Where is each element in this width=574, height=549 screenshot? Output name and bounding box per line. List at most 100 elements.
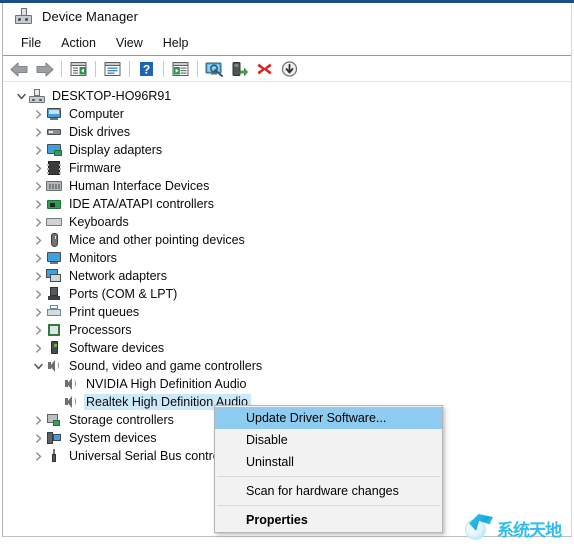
- storage-controller-icon: [46, 412, 62, 428]
- context-menu-item-label: Scan for hardware changes: [246, 484, 399, 498]
- tree-item-label: Computer: [69, 107, 124, 121]
- tree-item-ide-controllers[interactable]: IDE ATA/ATAPI controllers: [3, 195, 571, 213]
- tree-item-nvidia-high-definition-audio[interactable]: NVIDIA High Definition Audio: [3, 375, 571, 393]
- tree-item-label: NVIDIA High Definition Audio: [86, 377, 247, 391]
- context-menu-separator: [217, 505, 440, 506]
- speaker-icon: [46, 358, 62, 374]
- watermark: 系统天地: [463, 514, 562, 542]
- chevron-down-icon[interactable]: [30, 362, 46, 371]
- tree-item-label: Processors: [69, 323, 132, 337]
- tree-item-computer[interactable]: Computer: [3, 105, 571, 123]
- context-menu-item-disable[interactable]: Disable: [215, 429, 442, 451]
- context-menu[interactable]: Update Driver Software... Disable Uninst…: [214, 405, 443, 533]
- tree-item-keyboards[interactable]: Keyboards: [3, 213, 571, 231]
- tree-item-label: Display adapters: [69, 143, 163, 157]
- watermark-text: 系统天地: [497, 520, 562, 541]
- help-icon[interactable]: ?: [135, 59, 158, 80]
- tree-item-label: Storage controllers: [69, 413, 174, 427]
- software-device-icon: [46, 340, 62, 356]
- chevron-right-icon[interactable]: [30, 433, 46, 443]
- tree-item-firmware[interactable]: Firmware: [3, 159, 571, 177]
- tree-item-label: Firmware: [69, 161, 122, 175]
- chevron-right-icon[interactable]: [30, 127, 46, 137]
- back-icon[interactable]: [8, 59, 31, 80]
- toolbar-separator: [95, 61, 96, 77]
- chevron-right-icon[interactable]: [30, 343, 46, 353]
- chevron-right-icon[interactable]: [30, 199, 46, 209]
- context-menu-item-properties[interactable]: Properties: [215, 509, 442, 531]
- toolbar-separator: [129, 61, 130, 77]
- tree-root-node[interactable]: DESKTOP-HO96R91: [3, 87, 571, 105]
- tree-item-print-queues[interactable]: Print queues: [3, 303, 571, 321]
- toolbar-separator: [197, 61, 198, 77]
- chevron-right-icon[interactable]: [30, 145, 46, 155]
- network-adapter-icon: [46, 268, 62, 284]
- usb-controller-icon: [46, 448, 62, 464]
- window-title: Device Manager: [42, 8, 139, 24]
- action-list-icon[interactable]: [169, 59, 192, 80]
- tree-item-display-adapters[interactable]: Display adapters: [3, 141, 571, 159]
- tree-item-label: Software devices: [69, 341, 165, 355]
- update-driver-software-icon[interactable]: [228, 59, 251, 80]
- scan-for-hardware-changes-icon[interactable]: [203, 59, 226, 80]
- uninstall-device-icon[interactable]: [253, 59, 276, 80]
- context-menu-item-update-driver-software[interactable]: Update Driver Software...: [215, 407, 442, 429]
- tree-item-disk-drives[interactable]: Disk drives: [3, 123, 571, 141]
- tree-item-network-adapters[interactable]: Network adapters: [3, 267, 571, 285]
- tree-item-label: Monitors: [69, 251, 117, 265]
- context-menu-item-label: Properties: [246, 513, 308, 527]
- menu-help[interactable]: Help: [153, 34, 199, 52]
- menu-view[interactable]: View: [106, 34, 153, 52]
- forward-icon[interactable]: [33, 59, 56, 80]
- speaker-icon: [63, 376, 79, 392]
- context-menu-item-uninstall[interactable]: Uninstall: [215, 451, 442, 473]
- chevron-right-icon[interactable]: [30, 415, 46, 425]
- toolbar-separator: [61, 61, 62, 77]
- disk-drive-icon: [46, 124, 62, 140]
- printer-icon: [46, 304, 62, 320]
- disable-device-icon[interactable]: [278, 59, 301, 80]
- tree-item-monitors[interactable]: Monitors: [3, 249, 571, 267]
- firmware-chip-icon: [46, 160, 62, 176]
- context-menu-item-scan-for-hardware-changes[interactable]: Scan for hardware changes: [215, 480, 442, 502]
- title-bar: Device Manager: [3, 3, 571, 29]
- menu-action[interactable]: Action: [51, 34, 106, 52]
- device-manager-window: Device Manager File Action View Help ? D…: [0, 0, 574, 549]
- monitor-icon: [46, 250, 62, 266]
- chevron-right-icon[interactable]: [30, 109, 46, 119]
- computer-root-icon: [29, 88, 45, 104]
- chevron-right-icon[interactable]: [30, 163, 46, 173]
- menu-file[interactable]: File: [11, 34, 51, 52]
- toolbar-separator: [163, 61, 164, 77]
- chevron-right-icon[interactable]: [30, 217, 46, 227]
- tree-item-mice[interactable]: Mice and other pointing devices: [3, 231, 571, 249]
- tree-item-software-devices[interactable]: Software devices: [3, 339, 571, 357]
- chevron-right-icon[interactable]: [30, 271, 46, 281]
- chevron-down-icon[interactable]: [13, 92, 29, 101]
- mouse-icon: [46, 232, 62, 248]
- properties-icon[interactable]: [101, 59, 124, 80]
- tree-item-processors[interactable]: Processors: [3, 321, 571, 339]
- context-menu-item-label: Update Driver Software...: [246, 411, 387, 425]
- chevron-right-icon[interactable]: [30, 181, 46, 191]
- chevron-right-icon[interactable]: [30, 235, 46, 245]
- toolbar: ?: [3, 57, 571, 82]
- tree-item-label: Sound, video and game controllers: [69, 359, 263, 373]
- tree-item-human-interface-devices[interactable]: Human Interface Devices: [3, 177, 571, 195]
- context-menu-item-label: Uninstall: [246, 455, 294, 469]
- chevron-right-icon[interactable]: [30, 451, 46, 461]
- tree-item-sound-video-game-controllers[interactable]: Sound, video and game controllers: [3, 357, 571, 375]
- port-icon: [46, 286, 62, 302]
- chevron-right-icon[interactable]: [30, 289, 46, 299]
- tree-item-label: Human Interface Devices: [69, 179, 210, 193]
- tree-item-label: IDE ATA/ATAPI controllers: [69, 197, 214, 211]
- chevron-right-icon[interactable]: [30, 325, 46, 335]
- tree-item-ports[interactable]: Ports (COM & LPT): [3, 285, 571, 303]
- chevron-right-icon[interactable]: [30, 307, 46, 317]
- svg-text:?: ?: [143, 63, 150, 77]
- hid-icon: [46, 178, 62, 194]
- chevron-right-icon[interactable]: [30, 253, 46, 263]
- keyboard-icon: [46, 214, 62, 230]
- show-hide-console-tree-icon[interactable]: [67, 59, 90, 80]
- context-menu-separator: [217, 476, 440, 477]
